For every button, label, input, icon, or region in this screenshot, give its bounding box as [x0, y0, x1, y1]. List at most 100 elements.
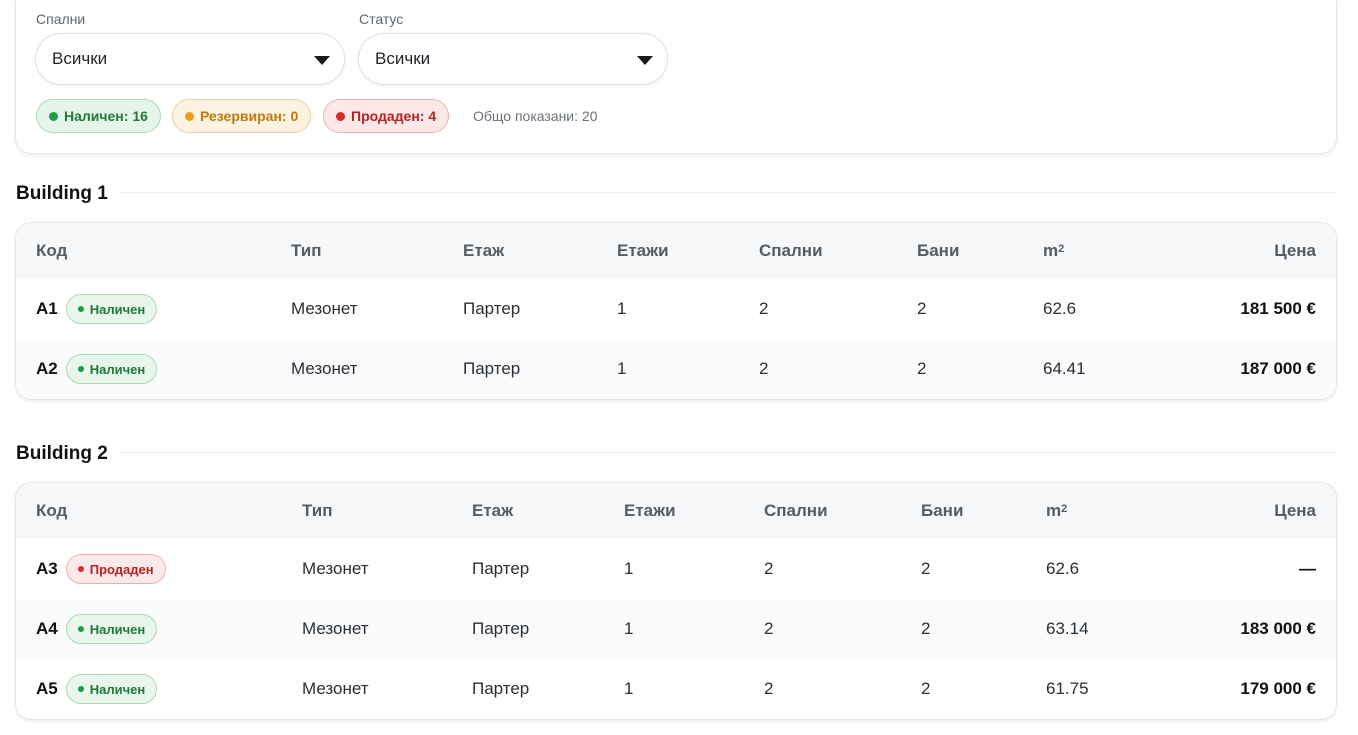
col-floor: Етаж — [463, 241, 505, 260]
unit-bedrooms: 2 — [764, 619, 774, 638]
unit-area: 62.6 — [1046, 559, 1080, 578]
unit-price: 181 500 € — [1240, 299, 1316, 318]
chip-sold[interactable]: Продаден: 4 — [323, 99, 450, 133]
unit-code-cell: A4 Наличен — [36, 599, 158, 659]
col-area: m2 — [1043, 241, 1065, 260]
total-shown: Общо показани: 20 — [473, 108, 598, 124]
building-1-title: Building 1 — [16, 183, 120, 205]
unit-bedrooms: 2 — [764, 559, 774, 578]
unit-code: A1 — [36, 299, 58, 318]
unit-price: 183 000 € — [1240, 619, 1316, 638]
unit-floor: Партер — [463, 299, 521, 318]
unit-floors: 1 — [624, 559, 634, 578]
unit-code: A2 — [36, 359, 58, 378]
unit-price: — — [1299, 559, 1316, 578]
unit-type: Мезонет — [302, 619, 369, 638]
status-dot-icon — [336, 111, 345, 121]
unit-bedrooms: 2 — [759, 299, 769, 318]
col-type: Тип — [291, 241, 322, 260]
col-code: Код — [36, 241, 68, 260]
col-floor: Етаж — [472, 501, 514, 520]
unit-code: A3 — [36, 559, 58, 578]
table-row[interactable]: A1 Наличен Мезонет Партер 1 2 2 62.6 181… — [16, 279, 1336, 339]
col-baths: Бани — [917, 241, 960, 260]
chip-reserved[interactable]: Резервиран: 0 — [172, 99, 312, 133]
col-code: Код — [36, 501, 68, 520]
table-row[interactable]: A5 Наличен Мезонет Партер 1 2 2 61.75 17… — [16, 659, 1336, 719]
col-floors: Етажи — [617, 241, 669, 260]
chip-sold-label: Продаден: 4 — [351, 108, 437, 124]
chip-available-label: Наличен: 16 — [64, 108, 148, 124]
table-header: Код Тип Етаж Етажи Спални Бани m2 Цена — [16, 483, 1336, 539]
table-row[interactable]: A4 Наличен Мезонет Партер 1 2 2 63.14 18… — [16, 599, 1336, 659]
status-dot-icon — [77, 626, 84, 632]
col-price: Цена — [1274, 501, 1316, 520]
table-row[interactable]: A2 Наличен Мезонет Партер 1 2 2 64.41 18… — [16, 339, 1336, 399]
bedrooms-select-value: Всички — [52, 49, 108, 68]
unit-code-cell: A3 Продаден — [36, 539, 166, 599]
status-badge: Продаден — [65, 554, 166, 584]
unit-type: Мезонет — [302, 679, 369, 698]
unit-baths: 2 — [921, 619, 931, 638]
col-type: Тип — [302, 501, 333, 520]
unit-floor: Партер — [463, 359, 521, 378]
col-baths: Бани — [921, 501, 964, 520]
col-bedrooms: Спални — [764, 501, 828, 520]
unit-floor: Партер — [472, 559, 530, 578]
status-badge: Наличен — [65, 614, 158, 644]
status-select[interactable]: Всички — [358, 33, 668, 85]
status-badge: Наличен — [65, 354, 158, 384]
col-floors: Етажи — [624, 501, 676, 520]
chevron-down-icon — [314, 56, 330, 65]
unit-floors: 1 — [617, 299, 627, 318]
status-dot-icon — [185, 111, 194, 121]
unit-code: A4 — [36, 619, 58, 638]
unit-price: 179 000 € — [1240, 679, 1316, 698]
status-dot-icon — [49, 111, 58, 121]
col-area: m2 — [1046, 501, 1068, 520]
unit-baths: 2 — [921, 679, 931, 698]
unit-code-cell: A1 Наличен — [36, 279, 158, 339]
unit-bedrooms: 2 — [764, 679, 774, 698]
unit-baths: 2 — [917, 359, 927, 378]
status-dot-icon — [77, 566, 84, 572]
table-row[interactable]: A3 Продаден Мезонет Партер 1 2 2 62.6 — — [16, 539, 1336, 599]
bedrooms-select[interactable]: Всички — [35, 33, 345, 85]
chip-reserved-label: Резервиран: 0 — [200, 108, 299, 124]
unit-floors: 1 — [624, 619, 634, 638]
unit-floors: 1 — [624, 679, 634, 698]
table-header: Код Тип Етаж Етажи Спални Бани m2 Цена — [16, 223, 1336, 279]
unit-bedrooms: 2 — [759, 359, 769, 378]
unit-baths: 2 — [921, 559, 931, 578]
status-badge: Наличен — [65, 674, 158, 704]
status-dot-icon — [77, 686, 84, 692]
chip-available[interactable]: Наличен: 16 — [36, 99, 161, 133]
status-select-value: Всички — [375, 49, 431, 68]
unit-type: Мезонет — [291, 299, 358, 318]
bedrooms-filter-label: Спални — [36, 11, 86, 27]
col-bedrooms: Спални — [759, 241, 823, 260]
unit-code-cell: A5 Наличен — [36, 659, 158, 719]
filter-panel: Спални Всички Статус Всички Наличен: 16 … — [15, 0, 1337, 154]
col-price: Цена — [1274, 241, 1316, 260]
building-2-title: Building 2 — [16, 443, 120, 465]
status-badge: Наличен — [65, 294, 158, 324]
unit-floor: Партер — [472, 679, 530, 698]
unit-area: 63.14 — [1046, 619, 1089, 638]
unit-price: 187 000 € — [1240, 359, 1316, 378]
unit-baths: 2 — [917, 299, 927, 318]
unit-type: Мезонет — [291, 359, 358, 378]
unit-code-cell: A2 Наличен — [36, 339, 158, 399]
unit-floor: Партер — [472, 619, 530, 638]
section-divider — [110, 452, 1336, 453]
chevron-down-icon — [637, 56, 653, 65]
unit-area: 61.75 — [1046, 679, 1089, 698]
building-1-table: Код Тип Етаж Етажи Спални Бани m2 Цена A… — [15, 222, 1337, 400]
section-divider — [110, 192, 1336, 193]
unit-area: 62.6 — [1043, 299, 1077, 318]
status-filter-label: Статус — [359, 11, 404, 27]
unit-floors: 1 — [617, 359, 627, 378]
unit-area: 64.41 — [1043, 359, 1086, 378]
status-dot-icon — [77, 366, 84, 372]
building-2-table: Код Тип Етаж Етажи Спални Бани m2 Цена A… — [15, 482, 1337, 720]
